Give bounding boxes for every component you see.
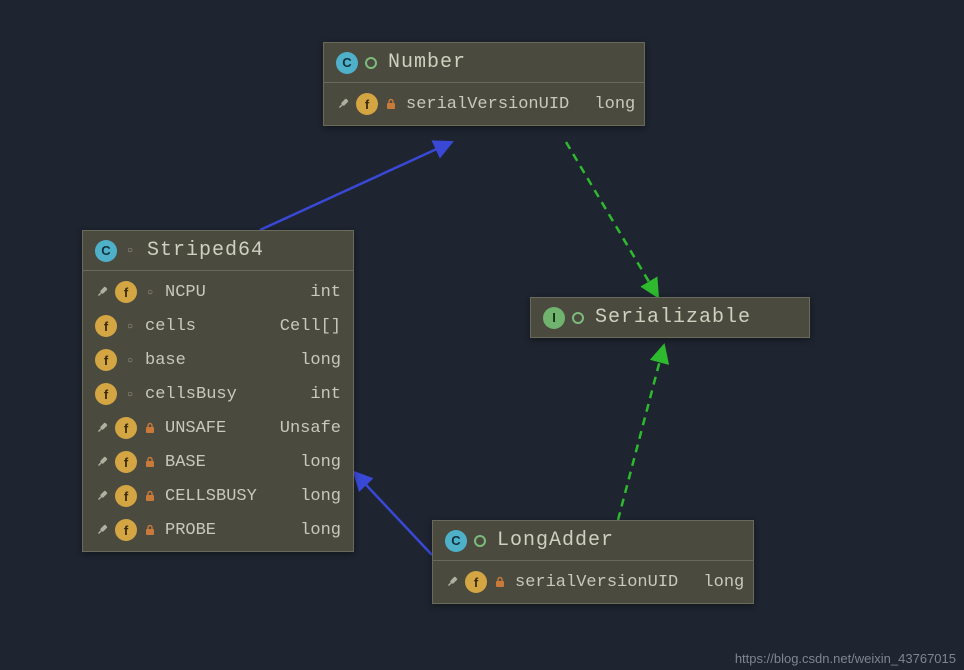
static-pin-icon <box>95 523 109 537</box>
field-type: int <box>281 385 341 404</box>
public-visibility-icon <box>473 534 487 548</box>
class-title: LongAdder <box>497 529 614 552</box>
field-row[interactable]: f ○ NCPU int <box>83 275 353 309</box>
node-fields: f ○ NCPU int f ○ cells Cell[] f ○ base long f ○ cellsB… <box>83 271 353 551</box>
public-visibility-icon <box>571 311 585 325</box>
package-visibility-icon: ○ <box>123 387 137 401</box>
field-row[interactable]: f ○ cellsBusy int <box>83 377 353 411</box>
field-type: long <box>281 487 341 506</box>
field-icon: f <box>115 281 137 303</box>
class-icon: C <box>445 530 467 552</box>
field-name: cellsBusy <box>145 385 275 404</box>
class-title: Number <box>388 51 466 74</box>
field-name: UNSAFE <box>165 419 274 438</box>
field-name: BASE <box>165 453 275 472</box>
field-row[interactable]: f ○ cells Cell[] <box>83 309 353 343</box>
watermark-text: https://blog.csdn.net/weixin_43767015 <box>735 651 956 666</box>
private-visibility-icon <box>143 421 157 435</box>
field-row[interactable]: f serialVersionUID long <box>324 87 644 121</box>
field-type: long <box>281 453 341 472</box>
field-row[interactable]: f ○ base long <box>83 343 353 377</box>
field-icon: f <box>115 417 137 439</box>
field-icon: f <box>356 93 378 115</box>
static-pin-icon <box>336 97 350 111</box>
node-fields: f serialVersionUID long <box>324 83 644 125</box>
interface-node-serializable[interactable]: I Serializable <box>530 297 810 338</box>
field-row[interactable]: f PROBE long <box>83 513 353 547</box>
field-icon: f <box>465 571 487 593</box>
interface-title: Serializable <box>595 306 751 329</box>
field-type: Cell[] <box>280 317 341 336</box>
field-name: CELLSBUSY <box>165 487 275 506</box>
field-icon: f <box>95 315 117 337</box>
class-node-striped64[interactable]: C ○ Striped64 f ○ NCPU int f ○ cells Cell[] f ○ ba… <box>82 230 354 552</box>
field-name: base <box>145 351 275 370</box>
field-icon: f <box>95 349 117 371</box>
public-visibility-icon <box>364 56 378 70</box>
class-icon: C <box>95 240 117 262</box>
node-header: C LongAdder <box>433 521 753 561</box>
class-node-longadder[interactable]: C LongAdder f serialVersionUID long <box>432 520 754 604</box>
static-pin-icon <box>445 575 459 589</box>
private-visibility-icon <box>143 523 157 537</box>
static-pin-icon <box>95 421 109 435</box>
implements-arrow <box>566 142 658 297</box>
node-header: C Number <box>324 43 644 83</box>
field-row[interactable]: f serialVersionUID long <box>433 565 753 599</box>
package-visibility-icon: ○ <box>123 319 137 333</box>
field-row[interactable]: f UNSAFE Unsafe <box>83 411 353 445</box>
field-type: long <box>281 351 341 370</box>
private-visibility-icon <box>493 575 507 589</box>
node-fields: f serialVersionUID long <box>433 561 753 603</box>
class-icon: C <box>336 52 358 74</box>
field-type: Unsafe <box>280 419 341 438</box>
private-visibility-icon <box>143 455 157 469</box>
extends-arrow <box>260 142 452 230</box>
private-visibility-icon <box>143 489 157 503</box>
node-header: I Serializable <box>531 298 809 337</box>
package-visibility-icon: ○ <box>123 353 137 367</box>
field-icon: f <box>115 485 137 507</box>
field-name: serialVersionUID <box>515 573 678 592</box>
implements-arrow <box>618 345 664 520</box>
interface-icon: I <box>543 307 565 329</box>
field-icon: f <box>115 451 137 473</box>
field-row[interactable]: f BASE long <box>83 445 353 479</box>
field-icon: f <box>95 383 117 405</box>
field-name: PROBE <box>165 521 275 540</box>
static-pin-icon <box>95 455 109 469</box>
static-pin-icon <box>95 489 109 503</box>
private-visibility-icon <box>384 97 398 111</box>
field-type: int <box>281 283 341 302</box>
field-type: long <box>684 573 744 592</box>
class-title: Striped64 <box>147 239 264 262</box>
node-header: C ○ Striped64 <box>83 231 353 271</box>
static-pin-icon <box>95 285 109 299</box>
field-type: long <box>575 95 635 114</box>
field-name: NCPU <box>165 283 275 302</box>
field-type: long <box>281 521 341 540</box>
package-visibility-icon: ○ <box>143 285 157 299</box>
field-row[interactable]: f CELLSBUSY long <box>83 479 353 513</box>
package-visibility-icon: ○ <box>123 244 137 258</box>
field-name: cells <box>145 317 274 336</box>
field-icon: f <box>115 519 137 541</box>
class-node-number[interactable]: C Number f serialVersionUID long <box>323 42 645 126</box>
extends-arrow <box>354 472 432 555</box>
field-name: serialVersionUID <box>406 95 569 114</box>
